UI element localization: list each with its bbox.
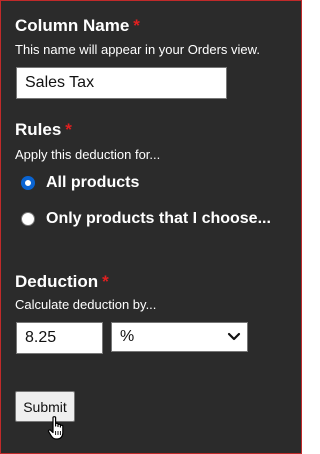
required-mark: * — [102, 272, 109, 291]
radio-unchecked-icon[interactable] — [21, 212, 35, 226]
chevron-down-icon — [227, 332, 241, 341]
required-mark: * — [133, 16, 140, 35]
radio-only-chosen-products[interactable]: Only products that I choose... — [21, 210, 271, 228]
deduction-unit-value: % — [120, 328, 135, 345]
rules-heading-text: Rules — [15, 120, 62, 139]
rules-heading: Rules * — [15, 120, 72, 140]
radio-label-all-products[interactable]: All products — [46, 174, 139, 192]
radio-label-only-chosen-products[interactable]: Only products that I choose... — [46, 210, 271, 228]
rules-hint: Apply this deduction for... — [15, 147, 161, 162]
deduction-form: Column Name * This name will appear in yo… — [0, 0, 302, 454]
deduction-amount-input[interactable] — [16, 322, 103, 354]
radio-checked-icon[interactable] — [21, 176, 35, 190]
deduction-heading: Deduction * — [15, 272, 109, 292]
column-name-heading-text: Column Name — [15, 16, 130, 35]
radio-all-products[interactable]: All products — [21, 174, 139, 192]
column-name-input[interactable] — [16, 67, 227, 99]
column-name-heading: Column Name * — [15, 16, 140, 36]
hand-pointer-icon — [47, 416, 64, 440]
deduction-heading-text: Deduction — [15, 272, 99, 291]
column-name-hint: This name will appear in your Orders vie… — [15, 42, 260, 57]
deduction-hint: Calculate deduction by... — [15, 297, 157, 312]
required-mark: * — [65, 120, 72, 139]
deduction-unit-select[interactable]: % — [111, 322, 248, 352]
